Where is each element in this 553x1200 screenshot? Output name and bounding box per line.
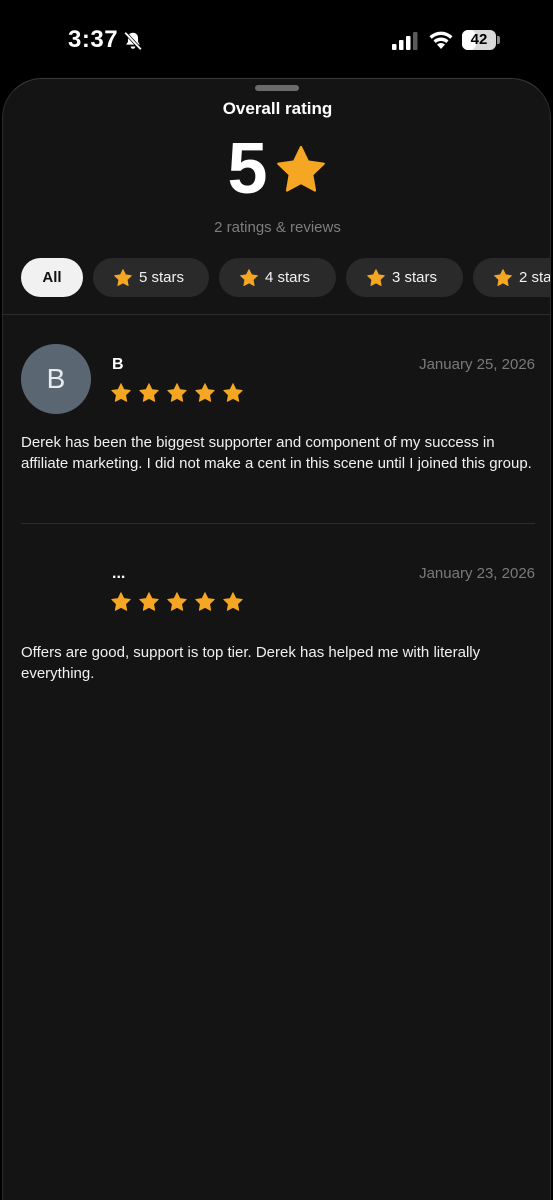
review-text: Offers are good, support is top tier. De… [21, 644, 481, 682]
status-time: 3:37 [68, 26, 119, 53]
filter-chip-label: 3 stars [392, 269, 438, 286]
star-icon [240, 268, 258, 286]
star-icon [223, 383, 243, 402]
filter-chip-3-stars[interactable]: 3 stars [346, 258, 463, 297]
star-icon [167, 592, 187, 611]
star-icon [111, 383, 131, 402]
star-icon [139, 592, 159, 611]
star-icon [494, 268, 512, 286]
filter-chip-label: All [42, 269, 62, 286]
battery-indicator: 42 [462, 30, 496, 50]
filter-chip-all[interactable]: All [21, 258, 83, 297]
star-icon [367, 268, 385, 286]
star-icon [139, 383, 159, 402]
battery-nub [497, 36, 500, 44]
battery-level: 42 [470, 31, 488, 48]
avatar[interactable]: B [21, 344, 91, 414]
review-item: ... January 23, 2026 Offers are good, su… [21, 553, 535, 693]
reviewer-name: ... [112, 565, 126, 582]
filter-chip-5-stars[interactable]: 5 stars [93, 258, 209, 297]
star-icon [276, 145, 325, 192]
star-icon [223, 592, 243, 611]
wifi-icon [429, 31, 453, 49]
overall-rating-summary: 5 [3, 129, 550, 209]
star-icon [195, 383, 215, 402]
ratings-count: 2 ratings & reviews [214, 219, 341, 236]
star-icon [111, 592, 131, 611]
review-date: January 25, 2026 [419, 356, 535, 373]
filter-chip-label: 4 stars [265, 269, 311, 286]
overall-rating-value: 5 [227, 129, 268, 209]
sheet-grabber-handle[interactable] [255, 85, 299, 91]
reviewer-name: B [112, 356, 124, 373]
star-icon [195, 592, 215, 611]
cellular-signal-icon [392, 32, 418, 50]
bell-muted-icon [124, 31, 142, 51]
filter-chip-2-stars[interactable]: 2 stars [473, 258, 551, 297]
divider [3, 314, 550, 315]
review-date: January 23, 2026 [419, 565, 535, 582]
review-item: B B January 25, 2026 Derek has been the … [21, 344, 535, 504]
ratings-sheet: Overall rating 5 2 ratings & reviews All… [2, 78, 551, 1200]
filter-chip-label: 2 stars [519, 269, 551, 286]
review-text: Derek has been the biggest supporter and… [21, 434, 532, 472]
divider [21, 523, 535, 524]
filter-chip-4-stars[interactable]: 4 stars [219, 258, 336, 297]
review-star-rating [110, 591, 244, 613]
overall-rating-title: Overall rating [222, 99, 333, 118]
filter-chip-label: 5 stars [139, 269, 185, 286]
review-star-rating [110, 382, 244, 404]
star-icon [114, 268, 132, 286]
star-icon [167, 383, 187, 402]
status-bar: 3:37 42 [0, 0, 553, 78]
rating-filter-bar: All 5 stars 4 stars 3 stars 2 stars [21, 258, 551, 297]
